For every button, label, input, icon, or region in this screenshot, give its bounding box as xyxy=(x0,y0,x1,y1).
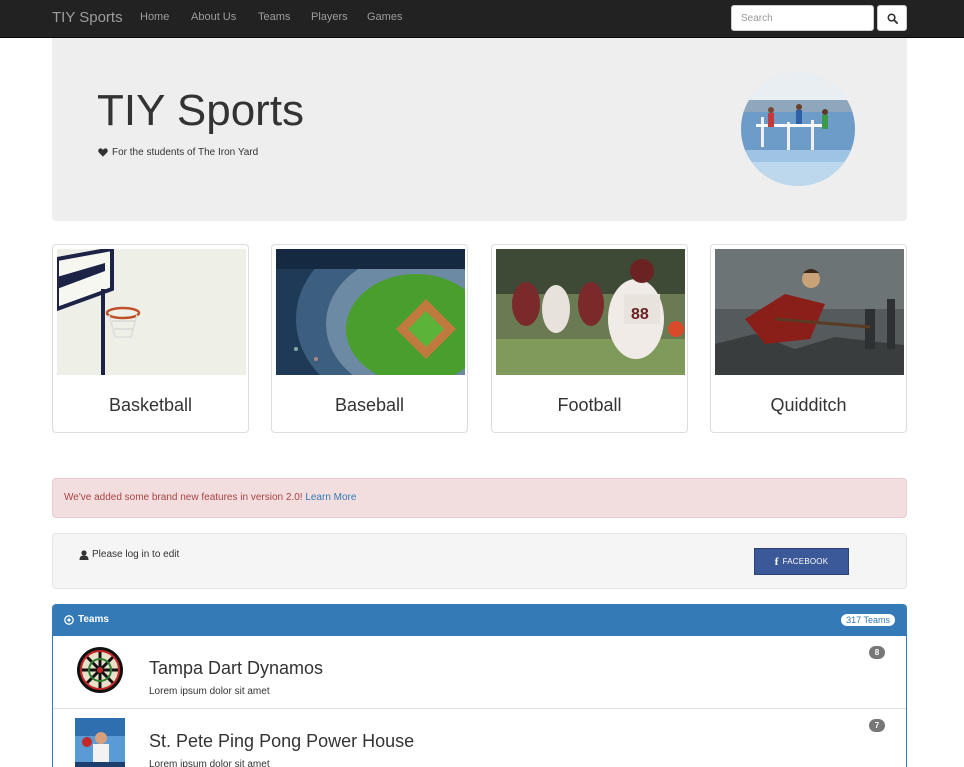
jumbotron-subtitle: For the students of The Iron Yard xyxy=(98,147,258,158)
sport-name: Football xyxy=(557,395,622,415)
login-panel: Please log in to edit f FACEBOOK xyxy=(52,533,907,589)
teams-count-badge: 317 Teams xyxy=(841,614,895,626)
team-badge: 7 xyxy=(869,719,885,732)
search-input[interactable] xyxy=(731,5,874,31)
sport-card-quidditch[interactable]: Quidditch xyxy=(710,244,907,433)
sport-card-basketball[interactable]: Basketball xyxy=(52,244,249,433)
team-description: Lorem ipsum dolor sit amet xyxy=(149,759,270,767)
facebook-label: FACEBOOK xyxy=(782,557,829,566)
login-prompt: Please log in to edit xyxy=(79,549,179,560)
baseball-image xyxy=(276,249,465,375)
teams-panel-header: Teams 317 Teams xyxy=(53,605,906,636)
team-badge: 8 xyxy=(869,646,885,659)
facebook-icon: f xyxy=(774,555,779,568)
ping-pong-image xyxy=(75,718,125,767)
search-icon xyxy=(887,13,898,24)
facebook-login-button[interactable]: f FACEBOOK xyxy=(754,548,849,575)
alert-text: We've added some brand new features in v… xyxy=(64,492,306,503)
football-image: 88 xyxy=(496,249,685,375)
team-name: Tampa Dart Dynamos xyxy=(149,658,324,678)
team-description: Lorem ipsum dolor sit amet xyxy=(149,686,270,697)
sport-card-baseball[interactable]: Baseball xyxy=(271,244,468,433)
page-title: TIY Sports xyxy=(97,86,305,135)
nav-link-home[interactable]: Home xyxy=(140,11,169,23)
nav-link-teams[interactable]: Teams xyxy=(258,11,290,23)
navbar: TIY Sports Home About Us Teams Players G… xyxy=(0,0,964,38)
svg-text:88: 88 xyxy=(631,306,649,323)
jumbotron: TIY Sports For the students of The Iron … xyxy=(52,38,907,221)
login-text: Please log in to edit xyxy=(92,549,180,560)
basketball-image xyxy=(57,249,246,375)
search-button[interactable] xyxy=(877,5,907,31)
dartboard-image xyxy=(75,645,125,695)
nav-link-players[interactable]: Players xyxy=(311,11,348,23)
navbar-brand[interactable]: TIY Sports xyxy=(52,9,123,26)
sport-name: Quidditch xyxy=(770,395,847,415)
heart-icon xyxy=(98,148,108,157)
quidditch-image xyxy=(715,249,904,375)
nav-link-about-us[interactable]: About Us xyxy=(191,11,236,23)
teams-title-text: Teams xyxy=(78,614,109,625)
version-alert: We've added some brand new features in v… xyxy=(52,478,907,518)
teams-panel: Teams 317 Teams Tampa Dart Dynamos Lorem… xyxy=(52,604,907,767)
subtitle-text: For the students of The Iron Yard xyxy=(112,147,259,158)
team-row[interactable]: St. Pete Ping Pong Power House Lorem ips… xyxy=(53,709,906,767)
sport-name: Baseball xyxy=(334,395,405,415)
team-row[interactable]: Tampa Dart Dynamos Lorem ipsum dolor sit… xyxy=(53,636,906,709)
sport-name: Basketball xyxy=(108,395,193,415)
team-name: St. Pete Ping Pong Power House xyxy=(149,731,415,751)
sport-card-football[interactable]: 88 Football xyxy=(491,244,688,433)
user-icon xyxy=(79,549,89,560)
hero-hurdles-image xyxy=(741,72,855,186)
nav-link-games[interactable]: Games xyxy=(367,11,402,23)
chevron-circle-icon xyxy=(64,614,74,625)
learn-more-link[interactable]: Learn More xyxy=(305,492,356,503)
teams-panel-title: Teams xyxy=(64,614,109,625)
